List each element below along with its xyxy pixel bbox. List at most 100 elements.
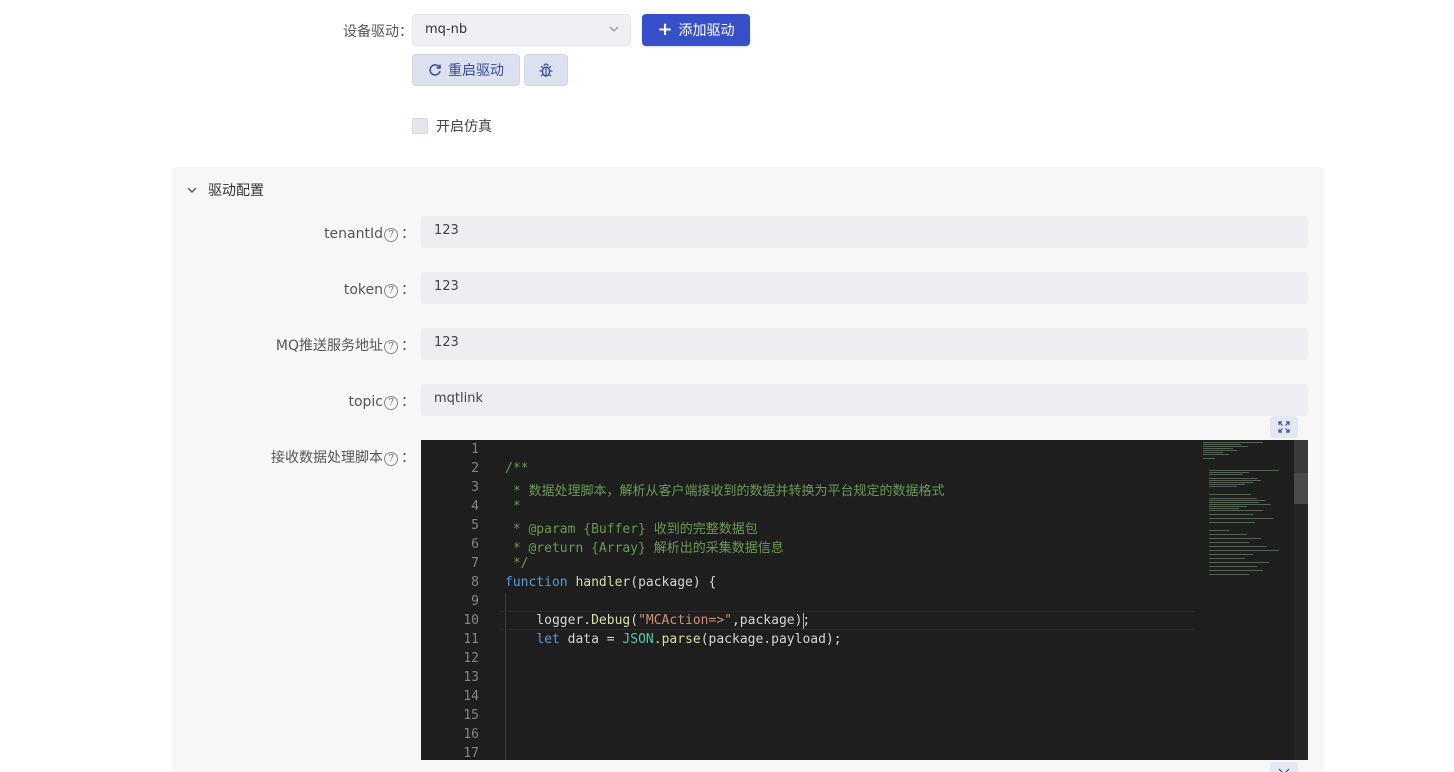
editor-scroll-thumb-active — [1294, 473, 1308, 504]
help-icon[interactable]: ? — [384, 452, 398, 466]
minimap-line — [1209, 470, 1279, 471]
minimap-line — [1209, 530, 1229, 531]
field-label-token: token?： — [343, 282, 415, 298]
minimap-line — [1209, 484, 1245, 485]
config-collapse-header[interactable]: 驱动配置 — [186, 180, 264, 200]
config-title: 驱动配置 — [208, 183, 264, 199]
simulation-checkbox[interactable] — [412, 118, 428, 134]
minimap-line — [1209, 538, 1261, 539]
code-line: * 数据处理脚本，解析从客户端接收到的数据并转换为平台规定的数据格式 — [505, 484, 945, 499]
code-minimap[interactable] — [1203, 440, 1293, 580]
minimap-line — [1209, 574, 1249, 575]
minimap-line — [1209, 566, 1257, 567]
minimap-line — [1209, 546, 1267, 547]
minimap-line — [1209, 508, 1239, 509]
minimap-line — [1203, 448, 1233, 449]
text-cursor — [803, 613, 804, 629]
refresh-icon — [429, 64, 441, 76]
minimap-line — [1209, 482, 1253, 483]
minimap-line — [1209, 502, 1259, 503]
code-line: /** — [505, 461, 529, 476]
debug-button[interactable] — [524, 54, 568, 86]
code-line: let data = JSON.parse(package.payload); — [536, 632, 842, 647]
minimap-line — [1209, 498, 1257, 499]
restart-driver-button[interactable]: 重启驱动 — [412, 54, 520, 86]
driver-select[interactable]: mq-nb — [412, 14, 631, 46]
tenantid-input[interactable]: 123 — [421, 216, 1308, 248]
minimap-line — [1209, 542, 1249, 543]
line-number: 7 — [471, 556, 479, 571]
minimap-line — [1203, 458, 1215, 459]
line-number: 13 — [463, 670, 479, 685]
line-number: 6 — [471, 537, 479, 552]
line-number: 8 — [471, 575, 479, 590]
line-number: 4 — [471, 499, 479, 514]
line-number: 9 — [471, 594, 479, 609]
line-number: 14 — [463, 689, 479, 704]
chevron-down-icon — [609, 26, 619, 32]
field-label-tenantid: tenantId?： — [324, 226, 415, 242]
minimap-line — [1209, 474, 1243, 475]
line-number: 17 — [463, 746, 479, 760]
minimap-line — [1209, 510, 1263, 511]
field-label-script: 接收数据处理脚本?： — [271, 450, 415, 466]
minimap-line — [1209, 480, 1261, 481]
help-icon[interactable]: ? — [384, 396, 398, 410]
minimap-line — [1209, 518, 1273, 519]
token-input[interactable]: 123 — [421, 272, 1308, 304]
driver-label: 设备驱动： — [343, 24, 413, 40]
chevron-down-icon — [187, 187, 197, 193]
minimap-line — [1209, 486, 1237, 487]
code-line: * @param {Buffer} 收到的完整数据包 — [505, 522, 758, 537]
line-number: 12 — [463, 651, 479, 666]
minimap-line — [1209, 550, 1279, 551]
minimap-line — [1209, 506, 1247, 507]
minimap-line — [1209, 534, 1247, 535]
minimap-line — [1209, 570, 1263, 571]
code-line: */ — [505, 556, 529, 571]
code-line: logger.Debug("MCAction=>",package); — [505, 613, 811, 628]
bug-icon — [539, 63, 553, 77]
minimap-line — [1209, 558, 1245, 559]
line-number: 11 — [463, 632, 479, 647]
minimap-line — [1209, 522, 1255, 523]
help-icon[interactable]: ? — [384, 340, 398, 354]
minimap-line — [1203, 454, 1229, 455]
help-icon[interactable]: ? — [384, 284, 398, 298]
mq-address-input[interactable]: 123 — [421, 328, 1308, 360]
code-line: * @return {Array} 解析出的采集数据信息 — [505, 541, 784, 556]
help-icon[interactable]: ? — [384, 228, 398, 242]
minimap-line — [1203, 452, 1223, 453]
line-number: 5 — [471, 518, 479, 533]
minimap-line — [1209, 478, 1257, 479]
driver-select-value: mq-nb — [425, 22, 468, 37]
minimap-line — [1209, 562, 1269, 563]
fullscreen-button[interactable] — [1270, 416, 1298, 438]
simulation-label: 开启仿真 — [436, 119, 492, 135]
topic-input[interactable]: mqtlink — [421, 384, 1308, 416]
minimap-line — [1203, 444, 1241, 445]
line-number: 1 — [471, 442, 479, 457]
line-number: 2 — [471, 461, 479, 476]
line-number: 10 — [463, 613, 479, 628]
plus-icon: + — [657, 19, 673, 40]
line-number: 15 — [463, 708, 479, 723]
code-editor[interactable]: 1 2 3 4 5 6 7 8 9 10 11 12 13 14 15 16 1… — [421, 440, 1308, 760]
add-driver-button[interactable]: + 添加驱动 — [642, 14, 750, 46]
minimap-line — [1209, 514, 1253, 515]
collapse-icon — [1278, 768, 1290, 772]
code-line: * — [505, 499, 521, 514]
line-number: 3 — [471, 480, 479, 495]
minimap-line — [1209, 554, 1253, 555]
field-label-mq-address: MQ推送服务地址?： — [275, 338, 415, 354]
minimap-line — [1203, 442, 1263, 443]
collapse-button[interactable] — [1270, 762, 1298, 772]
minimap-line — [1203, 450, 1237, 451]
minimap-line — [1209, 504, 1271, 505]
minimap-line — [1203, 446, 1248, 447]
minimap-line — [1209, 494, 1251, 495]
driver-config-page: 设备驱动： mq-nb + 添加驱动 重启驱动 开启仿真 驱动配置 tenant… — [0, 0, 1454, 772]
expand-icon — [1278, 421, 1290, 433]
line-number: 16 — [463, 727, 479, 742]
minimap-line — [1209, 472, 1249, 473]
